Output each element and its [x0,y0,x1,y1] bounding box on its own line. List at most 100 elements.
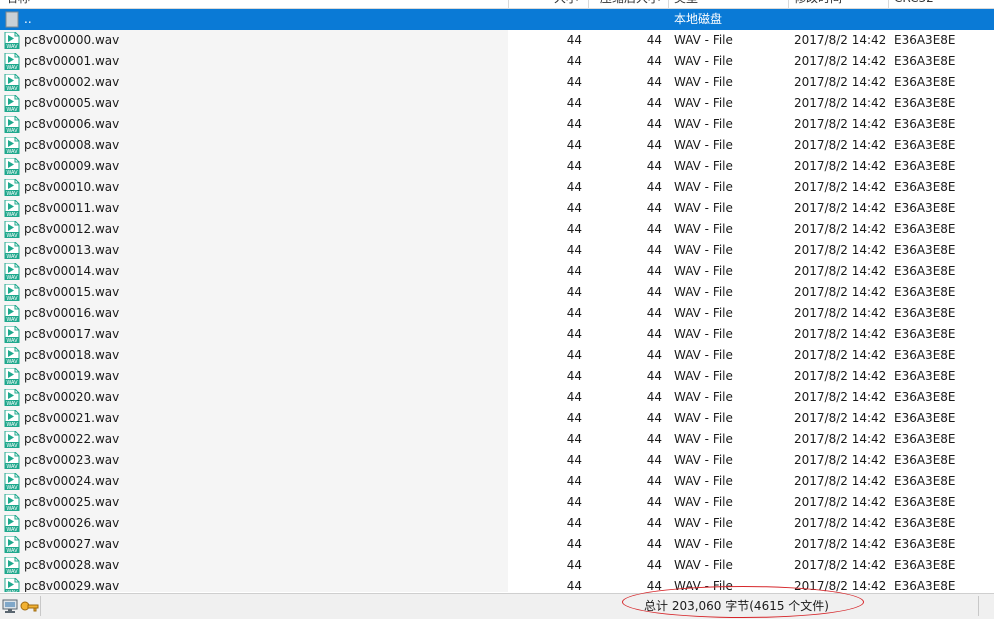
key-icon[interactable] [20,597,40,615]
wav-file-icon: WAV [4,452,21,469]
column-type-header[interactable]: 类型 [674,0,698,8]
file-row[interactable]: WAV pc8v00000.wav 44 44 WAV - File 2017/8/2 1… [0,30,994,51]
file-row[interactable]: WAV pc8v00015.wav 44 44 WAV - File 2017/8/2 1… [0,282,994,303]
file-type: WAV - File [674,117,733,131]
file-type: WAV - File [674,75,733,89]
file-row[interactable]: WAV pc8v00009.wav 44 44 WAV - File 2017/8/2 1… [0,156,994,177]
column-packed-header[interactable]: 压缩后大小 [592,0,660,8]
file-crc: E36A3E8E [894,369,956,383]
file-row[interactable]: WAV pc8v00018.wav 44 44 WAV - File 2017/8/2 1… [0,345,994,366]
network-drive-icon[interactable] [2,597,20,615]
file-row[interactable]: WAV pc8v00012.wav 44 44 WAV - File 2017/8/2 1… [0,219,994,240]
file-modified: 2017/8/2 14:42 [794,306,887,320]
file-row[interactable]: WAV pc8v00014.wav 44 44 WAV - File 2017/8/2 1… [0,261,994,282]
file-type: WAV - File [674,453,733,467]
column-divider[interactable] [508,0,509,8]
file-name: pc8v00016.wav [24,306,120,320]
file-row[interactable]: WAV pc8v00026.wav 44 44 WAV - File 2017/8/2 1… [0,513,994,534]
file-packed-size: 44 [646,222,662,236]
file-list[interactable]: .. 本地磁盘 WAV pc8v00000.wav 44 44 WAV - File 20… [0,9,994,592]
column-divider[interactable] [668,0,669,8]
wav-icon-label: WAV [6,65,18,70]
column-modified-header[interactable]: 修改时间 [794,0,842,8]
wav-file-icon: WAV [4,242,21,259]
file-packed-size: 44 [646,369,662,383]
file-size: 44 [566,264,582,278]
file-size: 44 [566,243,582,257]
wav-file-icon: WAV [4,200,21,217]
file-row[interactable]: WAV pc8v00011.wav 44 44 WAV - File 2017/8/2 1… [0,198,994,219]
file-row[interactable]: WAV pc8v00020.wav 44 44 WAV - File 2017/8/2 1… [0,387,994,408]
wav-icon-label: WAV [6,401,18,406]
column-divider[interactable] [788,0,789,8]
file-row[interactable]: WAV pc8v00024.wav 44 44 WAV - File 2017/8/2 1… [0,471,994,492]
wav-file-icon: WAV [4,473,21,490]
file-type: WAV - File [674,33,733,47]
file-row[interactable]: WAV pc8v00013.wav 44 44 WAV - File 2017/8/2 1… [0,240,994,261]
file-row[interactable]: WAV pc8v00028.wav 44 44 WAV - File 2017/8/2 1… [0,555,994,576]
file-row[interactable]: WAV pc8v00023.wav 44 44 WAV - File 2017/8/2 1… [0,450,994,471]
file-row[interactable]: WAV pc8v00002.wav 44 44 WAV - File 2017/8/2 1… [0,72,994,93]
file-row[interactable]: WAV pc8v00021.wav 44 44 WAV - File 2017/8/2 1… [0,408,994,429]
wav-icon-label: WAV [6,149,18,154]
file-size: 44 [566,222,582,236]
file-name: pc8v00024.wav [24,474,120,488]
file-size: 44 [566,369,582,383]
file-row[interactable]: WAV pc8v00005.wav 44 44 WAV - File 2017/8/2 1… [0,93,994,114]
folder-up-icon [4,11,21,28]
file-type: WAV - File [674,306,733,320]
file-modified: 2017/8/2 14:42 [794,159,887,173]
column-size-header[interactable]: 大小 [512,0,578,8]
file-type: WAV - File [674,390,733,404]
column-crc-header[interactable]: CRC32 [894,0,934,8]
file-size: 44 [566,33,582,47]
file-type: WAV - File [674,558,733,572]
file-crc: E36A3E8E [894,180,956,194]
file-row[interactable]: WAV pc8v00016.wav 44 44 WAV - File 2017/8/2 1… [0,303,994,324]
wav-icon-label: WAV [6,569,18,574]
file-row[interactable]: WAV pc8v00001.wav 44 44 WAV - File 2017/8/2 1… [0,51,994,72]
status-bar: 总计 203,060 字节(4615 个文件) [0,593,994,619]
file-size: 44 [566,201,582,215]
file-row[interactable]: WAV pc8v00027.wav 44 44 WAV - File 2017/8/2 1… [0,534,994,555]
column-divider[interactable] [888,0,889,8]
wav-icon-label: WAV [6,296,18,301]
file-row[interactable]: WAV pc8v00022.wav 44 44 WAV - File 2017/8/2 1… [0,429,994,450]
column-divider[interactable] [588,0,589,8]
file-row[interactable]: WAV pc8v00029.wav 44 44 WAV - File 2017/8/2 1… [0,576,994,592]
file-packed-size: 44 [646,264,662,278]
file-row[interactable]: WAV pc8v00017.wav 44 44 WAV - File 2017/8/2 1… [0,324,994,345]
parent-directory-type: 本地磁盘 [674,12,723,26]
file-name: pc8v00023.wav [24,453,120,467]
file-row[interactable]: WAV pc8v00008.wav 44 44 WAV - File 2017/8/2 1… [0,135,994,156]
file-row[interactable]: WAV pc8v00010.wav 44 44 WAV - File 2017/8/2 1… [0,177,994,198]
wav-file-icon: WAV [4,263,21,280]
file-size: 44 [566,411,582,425]
status-summary: 总计 203,060 字节(4615 个文件) [644,599,829,613]
file-size: 44 [566,474,582,488]
file-name: pc8v00002.wav [24,75,120,89]
file-packed-size: 44 [646,243,662,257]
file-size: 44 [566,54,582,68]
file-name: pc8v00022.wav [24,432,120,446]
wav-file-icon: WAV [4,74,21,91]
file-modified: 2017/8/2 14:42 [794,432,887,446]
file-type: WAV - File [674,243,733,257]
file-modified: 2017/8/2 14:42 [794,201,887,215]
wav-icon-label: WAV [6,464,18,469]
wav-file-icon: WAV [4,347,21,364]
file-name: pc8v00005.wav [24,96,120,110]
file-row[interactable]: WAV pc8v00006.wav 44 44 WAV - File 2017/8/2 1… [0,114,994,135]
file-row[interactable]: WAV pc8v00019.wav 44 44 WAV - File 2017/8/2 1… [0,366,994,387]
file-modified: 2017/8/2 14:42 [794,180,887,194]
column-name-header[interactable]: 名称 [6,0,30,8]
file-type: WAV - File [674,138,733,152]
file-row[interactable]: WAV pc8v00025.wav 44 44 WAV - File 2017/8/2 1… [0,492,994,513]
parent-directory-row[interactable]: .. 本地磁盘 [0,9,994,30]
file-crc: E36A3E8E [894,327,956,341]
wav-file-icon: WAV [4,326,21,343]
file-modified: 2017/8/2 14:42 [794,138,887,152]
file-size: 44 [566,306,582,320]
file-name: pc8v00008.wav [24,138,120,152]
file-type: WAV - File [674,180,733,194]
